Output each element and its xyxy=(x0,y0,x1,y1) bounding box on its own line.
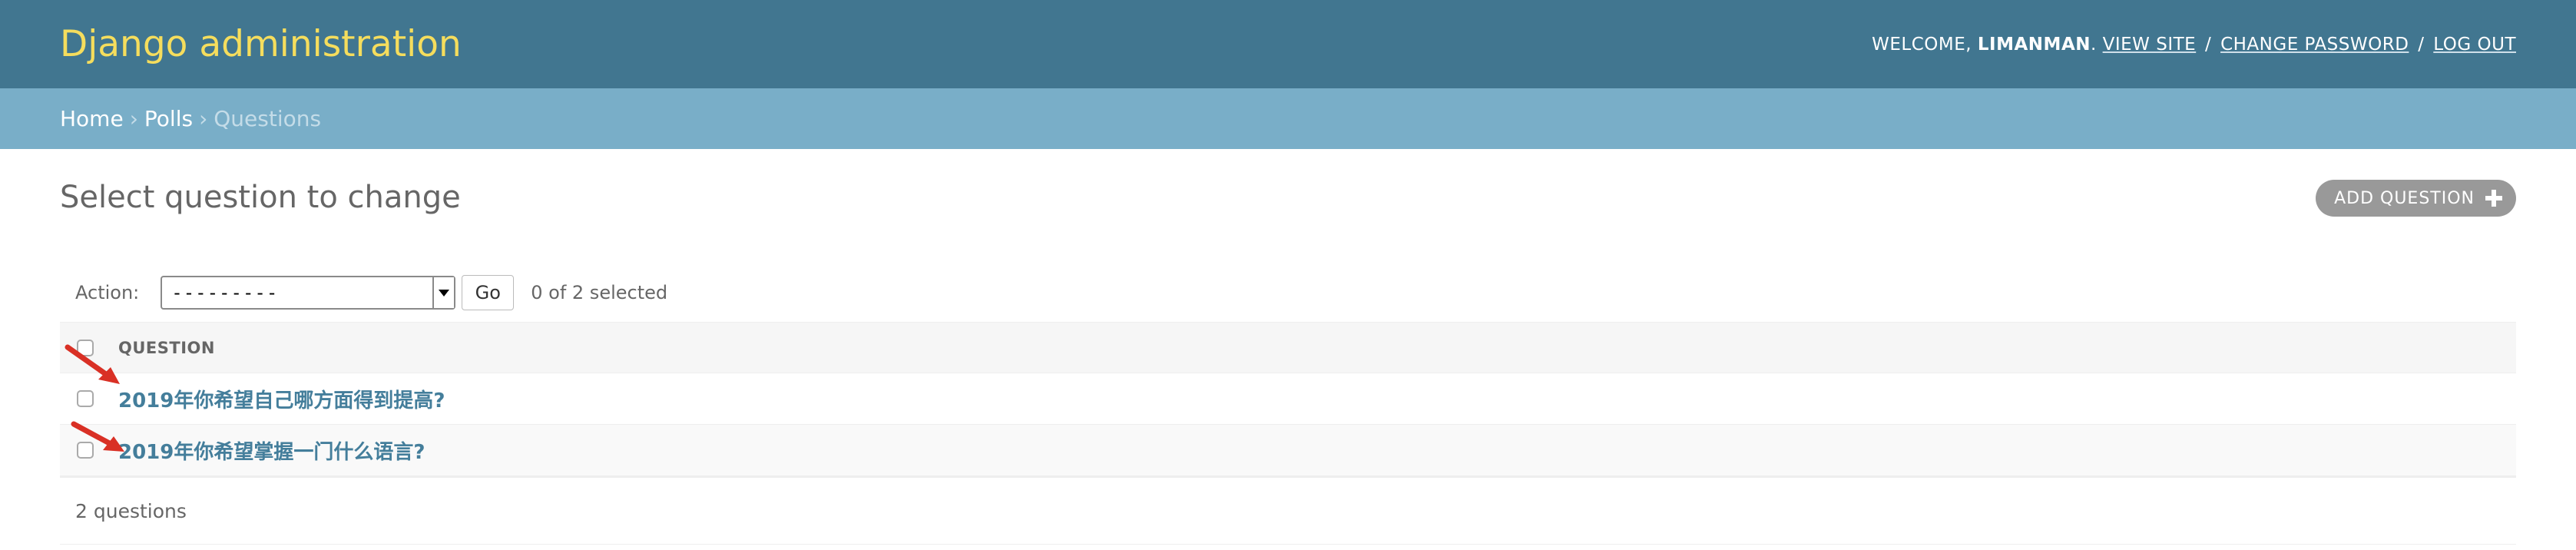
question-link[interactable]: 2019年你希望掌握一门什么语言? xyxy=(118,436,425,465)
go-button[interactable]: Go xyxy=(462,275,515,310)
page-title: Select question to change xyxy=(60,180,461,215)
breadcrumb-current: Questions xyxy=(214,106,322,131)
action-select[interactable]: --------- xyxy=(161,276,456,310)
user-tools: WELCOME, LIMANMAN. VIEW SITE / CHANGE PA… xyxy=(1872,35,2516,55)
separator: / xyxy=(2205,34,2212,55)
site-header: Django administration WELCOME, LIMANMAN.… xyxy=(0,0,2576,88)
breadcrumb-home-link[interactable]: Home xyxy=(60,106,124,131)
selection-count: 0 of 2 selected xyxy=(531,282,668,303)
username: LIMANMAN xyxy=(1977,34,2091,55)
add-question-button[interactable]: ADD QUESTION xyxy=(2316,180,2516,217)
paginator: 2 questions xyxy=(60,476,2516,545)
change-password-link[interactable]: CHANGE PASSWORD xyxy=(2220,35,2409,55)
column-header-question[interactable]: QUESTION xyxy=(118,339,215,357)
annotation-arrow-icon xyxy=(65,344,120,384)
site-name[interactable]: Django administration xyxy=(60,23,462,65)
question-link[interactable]: 2019年你希望自己哪方面得到提高? xyxy=(118,385,445,413)
table-row: 2019年你希望自己哪方面得到提高? xyxy=(60,373,2516,425)
table-row: 2019年你希望掌握一门什么语言? xyxy=(60,425,2516,476)
welcome-text: WELCOME, xyxy=(1872,34,1972,55)
annotation-arrow-icon xyxy=(71,421,124,452)
breadcrumb-separator: › xyxy=(129,106,138,131)
plus-icon xyxy=(2485,190,2502,207)
log-out-link[interactable]: LOG OUT xyxy=(2433,35,2516,55)
action-bar: Action: --------- Go 0 of 2 selected xyxy=(60,266,2516,320)
separator: / xyxy=(2418,34,2425,55)
breadcrumb-polls-link[interactable]: Polls xyxy=(144,106,193,131)
add-question-label: ADD QUESTION xyxy=(2334,188,2475,208)
view-site-link[interactable]: VIEW SITE xyxy=(2103,35,2197,55)
result-table: QUESTION 2019年你希望自己哪方面得到提高? 2019年你希望掌握一门… xyxy=(60,322,2516,545)
breadcrumb: Home › Polls › Questions xyxy=(0,88,2576,149)
row-checkbox[interactable] xyxy=(77,390,94,407)
action-label: Action: xyxy=(75,282,140,303)
action-select-value: --------- xyxy=(171,282,279,303)
result-count: 2 questions xyxy=(75,499,187,522)
breadcrumb-separator: › xyxy=(199,106,208,131)
chevron-down-icon xyxy=(432,277,455,308)
welcome-suffix: . xyxy=(2091,34,2097,55)
table-header-row: QUESTION xyxy=(60,322,2516,373)
